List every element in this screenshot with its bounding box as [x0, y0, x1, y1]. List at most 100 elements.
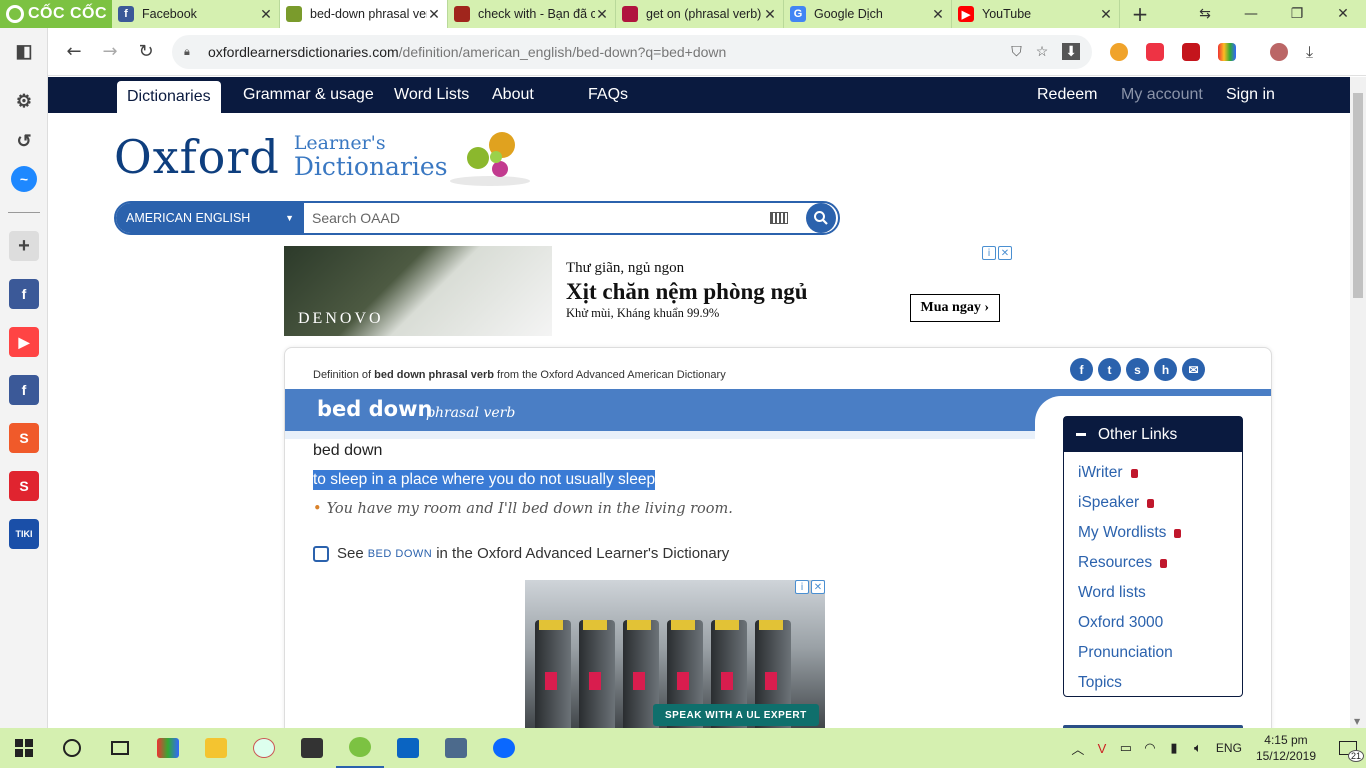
tray-device-icon[interactable]: ▭	[1114, 740, 1138, 756]
ad-cta-button[interactable]: Mua ngay ›	[909, 294, 1000, 322]
email-share-icon[interactable]: ✉	[1182, 358, 1205, 381]
browser-tab[interactable]: bed-down phrasal verb ✕	[280, 0, 448, 28]
close-tab-icon[interactable]: ✕	[931, 6, 945, 23]
file-explorer-icon[interactable]	[192, 728, 240, 768]
settings-icon[interactable]: ⚙	[9, 86, 39, 116]
stumbleupon-share-icon[interactable]: s	[1126, 358, 1149, 381]
show-hidden-icons-icon[interactable]: ︿	[1066, 739, 1090, 758]
nav-word-lists[interactable]: Word Lists	[394, 77, 469, 113]
other-link-item[interactable]: Word lists	[1078, 578, 1242, 608]
bookmark-star-icon[interactable]: ☆	[1036, 43, 1049, 60]
close-tab-icon[interactable]: ✕	[427, 6, 441, 23]
ad-banner[interactable]: DENOVO Thư giãn, ngủ ngon Xịt chăn nệm p…	[284, 246, 1012, 336]
extension-palette-icon[interactable]	[1218, 42, 1236, 61]
dictionary-select[interactable]: AMERICAN ENGLISH ▼	[116, 203, 304, 233]
scroll-down-icon[interactable]: ▼	[1354, 717, 1360, 726]
forward-icon[interactable]: →	[92, 34, 128, 70]
delicious-share-icon[interactable]: h	[1154, 358, 1177, 381]
messenger-icon[interactable]: ~	[11, 166, 37, 192]
coccoc-brand[interactable]: CỐC CỐC	[0, 0, 112, 28]
outlook-icon[interactable]	[384, 728, 432, 768]
browser-tab[interactable]: ▶ YouTube ✕	[952, 0, 1120, 28]
nav-faqs[interactable]: FAQs	[588, 77, 628, 113]
history-icon[interactable]: ↺	[9, 126, 39, 156]
twitter-share-icon[interactable]: t	[1098, 358, 1121, 381]
start-button[interactable]	[0, 728, 48, 768]
nav-dictionaries[interactable]: Dictionaries	[117, 81, 221, 113]
other-link-item[interactable]: iWriter	[1078, 458, 1242, 488]
address-bar[interactable]: 🔒︎ oxfordlearnersdictionaries.com/defini…	[172, 34, 1092, 69]
see-also-link[interactable]: See BED DOWN in the Oxford Advanced Learne…	[313, 545, 729, 562]
shopee-shortcut-icon[interactable]: S	[9, 423, 39, 453]
facebook-shortcut-icon[interactable]: f	[9, 375, 39, 405]
ad-close-icon[interactable]: ✕	[811, 580, 825, 594]
other-link-item[interactable]: Resources	[1078, 548, 1242, 578]
nav-my-account[interactable]: My account	[1121, 77, 1203, 113]
download-page-icon[interactable]: ⬇	[1062, 43, 1080, 60]
adchoices-icon[interactable]: i	[982, 246, 996, 260]
app-icon-1[interactable]	[144, 728, 192, 768]
battery-icon[interactable]: ▮	[1162, 740, 1186, 756]
new-tab-button[interactable]: +	[1120, 0, 1160, 28]
close-window-button[interactable]: ✕	[1320, 0, 1366, 28]
reload-icon[interactable]: ↻	[128, 34, 164, 70]
other-link-item[interactable]: iSpeaker	[1078, 488, 1242, 518]
search-input[interactable]	[304, 203, 770, 233]
tab-search-icon[interactable]: ⇆	[1182, 0, 1228, 28]
other-link-item[interactable]: Pronunciation	[1078, 638, 1242, 668]
extension-sync-icon[interactable]	[1182, 42, 1200, 61]
downloads-icon[interactable]: ⤓	[1306, 42, 1313, 62]
tray-app-icon[interactable]: V	[1090, 741, 1114, 756]
maximize-button[interactable]: ❐	[1274, 0, 1320, 28]
sidebar-toggle-icon[interactable]: ◧	[9, 36, 39, 66]
paint-icon[interactable]	[240, 728, 288, 768]
browser-tab[interactable]: f Facebook ✕	[112, 0, 280, 28]
other-link-item[interactable]: Topics	[1078, 668, 1242, 698]
browser-tab[interactable]: get on (phrasal verb) ✕	[616, 0, 784, 28]
sendo-shortcut-icon[interactable]: S	[9, 471, 39, 501]
browser-tab[interactable]: G Google Dịch ✕	[784, 0, 952, 28]
nav-sign-in[interactable]: Sign in	[1226, 77, 1275, 113]
adchoices-icon[interactable]: i	[795, 580, 809, 594]
close-tab-icon[interactable]: ✕	[259, 6, 273, 23]
other-link-item[interactable]: Oxford 3000	[1078, 608, 1242, 638]
extension-chrome-icon[interactable]	[1110, 42, 1128, 61]
facebook-shortcut-icon[interactable]: f	[9, 279, 39, 309]
scrollbar-thumb[interactable]	[1353, 93, 1363, 298]
coccoc-taskbar-icon[interactable]	[336, 728, 384, 768]
add-shortcut-icon[interactable]: +	[9, 231, 39, 261]
wifi-icon[interactable]: ◠	[1138, 740, 1162, 756]
tiki-shortcut-icon[interactable]: TIKI	[9, 519, 39, 549]
nav-grammar-usage[interactable]: Grammar & usage	[243, 77, 374, 113]
volume-icon[interactable]: 🔈︎	[1186, 740, 1210, 756]
clock[interactable]: 4:15 pm 15/12/2019	[1256, 732, 1316, 764]
other-links-header[interactable]: Other Links	[1064, 417, 1242, 452]
app-icon-2[interactable]	[432, 728, 480, 768]
page-scrollbar[interactable]: ▼	[1350, 77, 1366, 728]
action-center-icon[interactable]: 21	[1330, 728, 1366, 768]
facebook-share-icon[interactable]: f	[1070, 358, 1093, 381]
minimize-button[interactable]: —	[1228, 0, 1274, 28]
youtube-shortcut-icon[interactable]: ▶	[9, 327, 39, 357]
task-view-icon[interactable]	[96, 728, 144, 768]
browser-tab[interactable]: check with - Bạn đã c ✕	[448, 0, 616, 28]
zalo-icon[interactable]	[480, 728, 528, 768]
profile-avatar[interactable]	[1270, 42, 1288, 61]
keyboard-icon[interactable]	[770, 212, 788, 224]
search-button[interactable]	[806, 203, 836, 233]
ad-close-icon[interactable]: ✕	[998, 246, 1012, 260]
close-tab-icon[interactable]: ✕	[763, 6, 777, 23]
extension-shield-icon[interactable]	[1146, 42, 1164, 61]
ad-video-banner[interactable]: SPEAK WITH A UL EXPERT i ✕	[525, 580, 825, 728]
back-icon[interactable]: ←	[56, 34, 92, 70]
other-link-item[interactable]: My Wordlists	[1078, 518, 1242, 548]
ad-speak-expert-button[interactable]: SPEAK WITH A UL EXPERT	[653, 704, 819, 726]
shield-icon[interactable]: ⛉	[1011, 43, 1022, 60]
sticky-notes-icon[interactable]	[288, 728, 336, 768]
nav-about[interactable]: About	[492, 77, 534, 113]
oxford-logo[interactable]: Oxford Learner's Dictionaries	[114, 129, 448, 185]
close-tab-icon[interactable]: ✕	[595, 6, 609, 23]
cortana-search-icon[interactable]	[48, 728, 96, 768]
nav-redeem[interactable]: Redeem	[1037, 77, 1097, 113]
input-language[interactable]: ENG	[1216, 741, 1242, 755]
